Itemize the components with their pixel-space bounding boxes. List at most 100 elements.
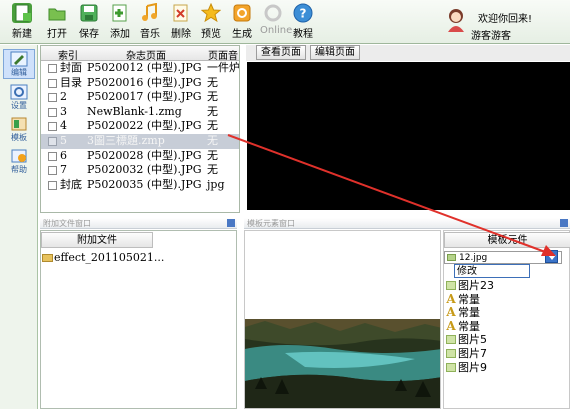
element-item-label: 常量: [458, 319, 480, 333]
text-element-icon: A: [446, 305, 456, 320]
page-row[interactable]: 5 3圖三標題.zmp 无: [41, 133, 239, 149]
tab-edit-page[interactable]: 编辑页面: [310, 45, 360, 60]
music-label: 音乐: [140, 29, 160, 40]
generate-button[interactable]: 生成: [229, 3, 255, 40]
preview-tabs: 查看页面 编辑页面: [246, 45, 570, 61]
element-item[interactable]: A 常量: [446, 306, 480, 320]
row-page-name: NewBlank-1.zmg: [87, 104, 182, 118]
row-index: 封底: [60, 177, 82, 191]
row-checkbox[interactable]: [48, 122, 57, 132]
open-button[interactable]: 打开: [44, 3, 70, 40]
modify-option[interactable]: 修改: [454, 264, 530, 278]
row-checkbox[interactable]: [48, 151, 57, 161]
row-checkbox[interactable]: [48, 107, 57, 117]
music-icon: [140, 2, 160, 23]
save-button[interactable]: 保存: [76, 3, 102, 40]
open-icon: [47, 3, 67, 23]
lake-photo: [245, 319, 440, 408]
image-element-icon: [446, 281, 456, 290]
row-checkbox[interactable]: [48, 78, 57, 88]
row-checkbox[interactable]: [48, 64, 57, 73]
page-row[interactable]: 4 P5020022 (中型).JPG 无: [41, 119, 239, 134]
svg-text:?: ?: [300, 7, 307, 21]
column-header-index[interactable]: 索引: [58, 47, 78, 62]
attach-column-header[interactable]: 附加文件: [41, 232, 153, 248]
tutorial-label: 教程: [293, 29, 313, 40]
side-item-settings[interactable]: 设置: [3, 83, 35, 113]
row-page-name: P5020017 (中型).JPG: [87, 90, 202, 104]
folder-icon: [42, 254, 53, 262]
row-music: 无: [207, 90, 218, 104]
image-file-icon: [447, 254, 456, 261]
edit-icon: [10, 51, 28, 67]
element-item[interactable]: 图片9: [446, 361, 487, 375]
help-icon: ?: [293, 3, 313, 23]
column-header-page[interactable]: 杂志页面: [126, 47, 166, 62]
username-text: 游客游客: [471, 31, 511, 42]
attach-panel: 附加文件 effect_201105021...: [40, 230, 237, 409]
page-row[interactable]: 6 P5020028 (中型).JPG 无: [41, 149, 239, 164]
row-page-name: P5020028 (中型).JPG: [87, 148, 202, 162]
preview-star-icon: [200, 2, 222, 23]
row-checkbox[interactable]: [48, 180, 57, 190]
save-icon: [79, 3, 99, 23]
delete-button[interactable]: 删除: [168, 3, 194, 40]
page-row[interactable]: 3 NewBlank-1.zmg 无: [41, 105, 239, 120]
side-label-help: 帮助: [11, 165, 27, 174]
page-preview-canvas[interactable]: [247, 62, 570, 210]
image-element-icon: [446, 335, 456, 345]
music-button[interactable]: 音乐: [137, 2, 163, 40]
side-item-edit[interactable]: 编辑: [3, 49, 35, 79]
row-music: 无: [207, 104, 218, 118]
side-item-help[interactable]: 帮助: [3, 147, 35, 177]
page-row[interactable]: 2 P5020017 (中型).JPG 无: [41, 90, 239, 105]
template-image-preview[interactable]: [244, 230, 441, 409]
side-label-settings: 设置: [11, 101, 27, 110]
attach-panel-title: 附加文件窗口: [40, 218, 237, 229]
page-list-rows: 封面 P5020012 (中型).JPG 一件炉 目录 P5020016 (中型).JP…: [41, 61, 239, 192]
page-row[interactable]: 封底 P5020035 (中型).JPG jpg: [41, 178, 239, 193]
row-index: 4: [60, 119, 67, 133]
row-page-name: P5020012 (中型).JPG: [87, 61, 202, 74]
tab-view-page[interactable]: 查看页面: [256, 45, 306, 60]
online-button[interactable]: Online: [260, 3, 293, 36]
row-checkbox[interactable]: [48, 166, 57, 176]
help-book-icon: [10, 148, 28, 164]
attach-file-item[interactable]: effect_201105021...: [42, 251, 164, 264]
element-select-value: 12.jpg: [459, 253, 488, 263]
side-item-template[interactable]: 模板: [3, 115, 35, 145]
add-icon: [110, 3, 130, 23]
image-element-icon: [446, 362, 456, 372]
page-row[interactable]: 7 P5020032 (中型).JPG 无: [41, 163, 239, 178]
page-row[interactable]: 封面 P5020012 (中型).JPG 一件炉: [41, 61, 239, 76]
row-music: 一件炉: [207, 61, 240, 74]
row-music: 无: [207, 75, 218, 89]
element-item[interactable]: 图片23: [446, 279, 494, 293]
online-label: Online: [260, 25, 293, 36]
add-label: 添加: [110, 29, 130, 40]
panel-close-icon[interactable]: [227, 219, 235, 227]
row-checkbox[interactable]: [48, 136, 57, 146]
open-label: 打开: [47, 29, 67, 40]
online-icon: [263, 3, 283, 23]
elements-column-header[interactable]: 模板元件: [444, 232, 570, 248]
element-item[interactable]: A 常量: [446, 320, 480, 334]
page-row[interactable]: 目录 P5020016 (中型).JPG 无: [41, 76, 239, 91]
user-avatar-icon: [445, 7, 467, 33]
row-page-name: P5020035 (中型).JPG: [87, 177, 202, 191]
add-button[interactable]: 添加: [107, 3, 133, 40]
element-item[interactable]: 图片5: [446, 333, 487, 347]
panel-close-icon[interactable]: [560, 219, 568, 227]
preview-button[interactable]: 预览: [198, 2, 224, 40]
element-item-label: 常量: [458, 292, 480, 306]
row-music: 无: [207, 133, 218, 147]
column-header-music[interactable]: 页面音: [208, 47, 238, 62]
row-page-name: 3圖三標題.zmp: [87, 133, 165, 147]
dropdown-arrow-icon[interactable]: [545, 250, 558, 263]
element-item[interactable]: A 常量: [446, 293, 480, 307]
row-checkbox[interactable]: [48, 93, 57, 103]
tutorial-button[interactable]: ? 教程: [290, 3, 316, 40]
image-element-icon: [446, 349, 456, 358]
new-button[interactable]: 新建: [9, 3, 35, 40]
element-item[interactable]: 图片7: [446, 347, 487, 361]
